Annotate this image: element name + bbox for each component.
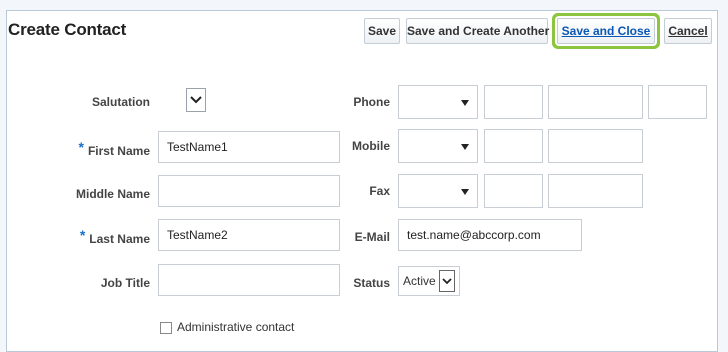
- admin-contact-checkbox[interactable]: [160, 322, 172, 334]
- mobile-label: Mobile: [352, 139, 390, 153]
- save-and-create-another-button[interactable]: Save and Create Another: [406, 18, 549, 44]
- dropdown-arrow-icon: [461, 100, 469, 106]
- mobile-number-input[interactable]: [548, 129, 643, 163]
- salutation-select[interactable]: [186, 88, 206, 112]
- fax-number-input[interactable]: [548, 174, 643, 208]
- last-name-input[interactable]: [158, 219, 340, 251]
- dropdown-arrow-icon: [461, 189, 469, 195]
- email-input[interactable]: [398, 219, 582, 251]
- fax-country-dropdown[interactable]: [398, 174, 478, 208]
- page-title: Create Contact: [8, 20, 127, 39]
- status-select[interactable]: Active: [398, 266, 460, 296]
- first-name-label-text: First Name: [87, 144, 150, 158]
- last-name-label: * Last Name: [79, 227, 150, 246]
- job-title-label: Job Title: [100, 276, 150, 290]
- dropdown-arrow-icon: [461, 144, 469, 150]
- required-indicator: *: [78, 139, 84, 155]
- chevron-down-icon: [190, 96, 202, 104]
- first-name-label: * First Name: [78, 139, 150, 158]
- phone-extension-input[interactable]: [648, 85, 707, 119]
- middle-name-label: Middle Name: [75, 187, 150, 201]
- phone-number-input[interactable]: [548, 85, 643, 119]
- salutation-label: Salutation: [91, 95, 150, 109]
- job-title-input[interactable]: [158, 264, 340, 296]
- fax-label: Fax: [369, 184, 390, 198]
- mobile-country-dropdown[interactable]: [398, 129, 478, 163]
- first-name-input[interactable]: [158, 131, 340, 163]
- save-and-close-button[interactable]: Save and Close: [557, 18, 655, 44]
- admin-contact-label: Administrative contact: [177, 320, 295, 334]
- fax-area-code-input[interactable]: [484, 174, 543, 208]
- mobile-area-code-input[interactable]: [484, 129, 543, 163]
- save-button[interactable]: Save: [364, 18, 400, 44]
- last-name-label-text: Last Name: [89, 232, 150, 246]
- email-label: E-Mail: [354, 230, 390, 244]
- phone-label: Phone: [353, 95, 390, 109]
- cancel-button[interactable]: Cancel: [664, 18, 712, 44]
- phone-country-dropdown[interactable]: [398, 85, 478, 119]
- middle-name-input[interactable]: [158, 175, 340, 207]
- chevron-down-icon: [439, 270, 455, 292]
- status-label: Status: [353, 276, 390, 290]
- phone-area-code-input[interactable]: [484, 85, 543, 119]
- required-indicator: *: [79, 227, 86, 243]
- status-value: Active: [403, 274, 436, 288]
